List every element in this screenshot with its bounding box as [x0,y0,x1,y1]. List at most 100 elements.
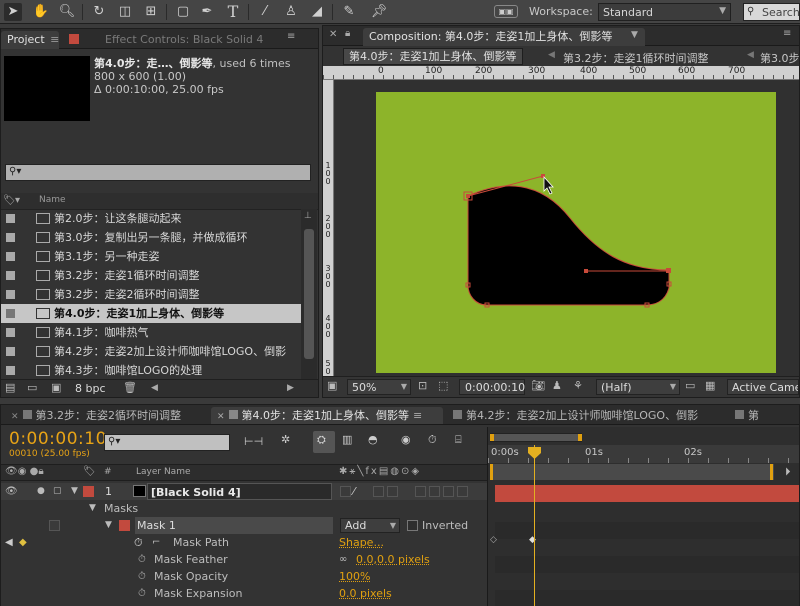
comp-button-icon[interactable]: ⏵ [785,465,798,479]
timeline-tab[interactable]: 第4.2步：走姿2加上设计师咖啡馆LOGO、倒影 [447,407,724,424]
scroll-right-icon[interactable]: ▶ [287,383,294,393]
timeline-tab[interactable]: ✕ 第3.2步：走姿2循环时间调整 [5,407,208,424]
mini-flowchart-icon[interactable]: ⊢⊣ [244,435,263,448]
roto-brush-tool-icon[interactable]: ✎ [340,3,358,21]
snapshot-icon[interactable]: 📷︎ [531,379,545,392]
collapse-switch-icon[interactable]: ⁄ [353,483,355,500]
panel-menu-icon[interactable]: ≡ [287,31,295,42]
workspace-toggle-icon[interactable]: ▣▣ [494,5,518,18]
lock-icon[interactable]: ▢ [53,483,62,500]
eye-icon[interactable]: 👁︎ [5,483,18,500]
work-area-start[interactable] [490,464,493,480]
lock-icon[interactable]: 🔒︎ [345,28,350,39]
list-item[interactable]: 第3.2步：走姿1循环时间调整 [1,266,301,285]
flow-tab[interactable]: 第3.2步：走姿1循环时间调整 [563,50,709,66]
mask-vertex[interactable] [666,268,671,273]
new-folder-icon[interactable]: ▭ [27,381,37,394]
mask-vertex[interactable] [466,194,470,198]
pen-tool-icon[interactable]: ✒ [198,3,216,21]
property-row-mask-feather[interactable]: ⏱︎ Mask Feather ∞ 0.0,0.0 pixels [1,551,487,568]
scrollbar-thumb[interactable] [304,229,314,359]
workspace-select[interactable]: Standard ▼ [598,3,731,21]
mask-name-field[interactable]: Mask 1 [135,517,333,534]
show-snapshot-icon[interactable]: ♟ [552,379,562,392]
property-value[interactable]: 0.0,0.0 pixels [356,551,430,568]
panel-menu-icon[interactable]: ≡ [783,28,791,39]
transparency-grid-icon[interactable]: ▦ [705,379,715,392]
time-navigator[interactable] [490,433,582,442]
mask-overlay[interactable] [335,80,799,376]
new-composition-icon[interactable]: ▣ [51,381,61,394]
zoom-tool-icon[interactable]: 🔍︎ [58,3,76,21]
masks-group-row[interactable]: ▼ Masks [1,500,487,517]
brush-tool-icon[interactable]: ⁄ [256,3,274,21]
navigator-start-handle[interactable] [490,434,494,441]
resolution-grid-icon[interactable]: ⊡ [418,379,427,392]
live-update-icon[interactable]: ✲ [281,433,290,446]
effect-switch[interactable] [387,486,398,497]
camera-select[interactable]: Active Camera [727,379,799,395]
list-item[interactable]: 第4.2步：走姿2加上设计师咖啡馆LOGO、倒影 [1,342,301,361]
draft-3d-button[interactable]: ⛭ [313,431,335,453]
twirl-down-icon[interactable]: ▼ [105,517,112,534]
mask-row[interactable]: ▼ Mask 1 Add ▼ Inverted [1,517,487,534]
interpret-footage-icon[interactable]: ▤ [5,381,15,394]
solo-icon[interactable]: ● [37,483,45,500]
graph-icon[interactable]: ⌐ [152,534,160,551]
list-item[interactable]: 第4.1步：咖啡热气 [1,323,301,342]
layer-label-swatch[interactable] [83,486,94,497]
project-scrollbar[interactable]: ⊥ [301,209,317,379]
twirl-down-icon[interactable]: ▼ [89,500,96,517]
composition-viewer[interactable] [335,80,799,376]
tab-project[interactable]: Project ≡ [1,31,59,49]
close-icon[interactable]: ✕ [329,29,337,40]
flow-tab-current[interactable]: 第4.0步：走姿1加上身体、倒影等 [343,48,523,65]
property-value[interactable]: 100% [339,568,370,585]
adjustment-switch[interactable] [443,486,454,497]
channel-icon[interactable]: ⚘ [573,379,583,392]
rotate-tool-icon[interactable]: ↻ [90,3,108,21]
mask-visibility-switch[interactable] [49,520,60,531]
playhead-line[interactable] [534,445,535,606]
timeline-search-input[interactable]: ⚲▾ [104,434,230,451]
mask-mode-select[interactable]: Add ▼ [340,518,400,533]
close-icon[interactable]: ✕ [11,412,19,422]
graph-editor-icon[interactable]: ⌸ [455,433,462,447]
always-preview-icon[interactable]: ▣ [327,379,337,392]
brainstorm-icon[interactable]: ◉ [401,433,411,446]
column-layer-name[interactable]: Layer Name [136,467,191,477]
timeline-tab[interactable]: 第 [729,407,789,424]
mask-tool-icon[interactable]: ▢ [174,3,192,21]
puppet-pin-tool-icon[interactable]: 📌︎ [370,3,388,21]
timeline-tab-active[interactable]: ✕ 第4.0步：走姿1加上身体、倒影等 ≡ [211,407,443,424]
stopwatch-icon[interactable]: ⏱︎ [138,585,146,602]
property-row-mask-path[interactable]: ◀ ◆ ⏱︎ ⌐ Mask Path Shape... [1,534,487,551]
twirl-down-icon[interactable]: ▼ [71,483,78,500]
close-icon[interactable]: ✕ [217,412,225,422]
layer-row[interactable]: 👁︎ ● ▢ ▼ 1 [Black Solid 4] ⁄ [1,483,487,500]
trash-icon[interactable]: 🗑︎ [123,381,137,394]
shy-switch[interactable] [340,486,351,497]
selection-tool-icon[interactable]: ➤ [4,3,22,21]
mask-visibility-icon[interactable]: ⬚ [438,379,448,392]
property-row-mask-expansion[interactable]: ⏱︎ Mask Expansion 0.0 pixels [1,585,487,602]
property-value[interactable]: 0.0 pixels [339,585,392,602]
prev-keyframe-icon[interactable]: ◀ [5,534,13,551]
camera-tool-icon[interactable]: ◫ [116,3,134,21]
property-value[interactable]: Shape... [339,534,384,551]
panel-menu-icon[interactable]: ≡ [50,33,59,46]
property-row-mask-opacity[interactable]: ⏱︎ Mask Opacity 100% [1,568,487,585]
keyframe-indicator-icon[interactable]: ◆ [19,534,27,551]
motion-blur-switch[interactable] [429,486,440,497]
tab-composition[interactable]: Composition: 第4.0步：走姿1加上身体、倒影等 [363,28,645,46]
clone-stamp-tool-icon[interactable]: ♙ [282,3,300,21]
bit-depth-label[interactable]: 8 bpc [75,382,106,395]
panel-menu-icon[interactable]: ≡ [413,409,422,422]
project-search-input[interactable]: ⚲▾ [5,164,311,181]
scroll-left-icon[interactable]: ◀ [151,383,158,393]
flowchart-icon[interactable]: ⊥ [304,211,312,221]
mask-color-swatch[interactable] [119,520,130,531]
list-item[interactable]: 第3.2步：走姿2循环时间调整 [1,285,301,304]
chevron-down-icon[interactable]: ▼ [631,30,638,40]
stopwatch-active-icon[interactable]: ⏱︎ [134,534,143,551]
